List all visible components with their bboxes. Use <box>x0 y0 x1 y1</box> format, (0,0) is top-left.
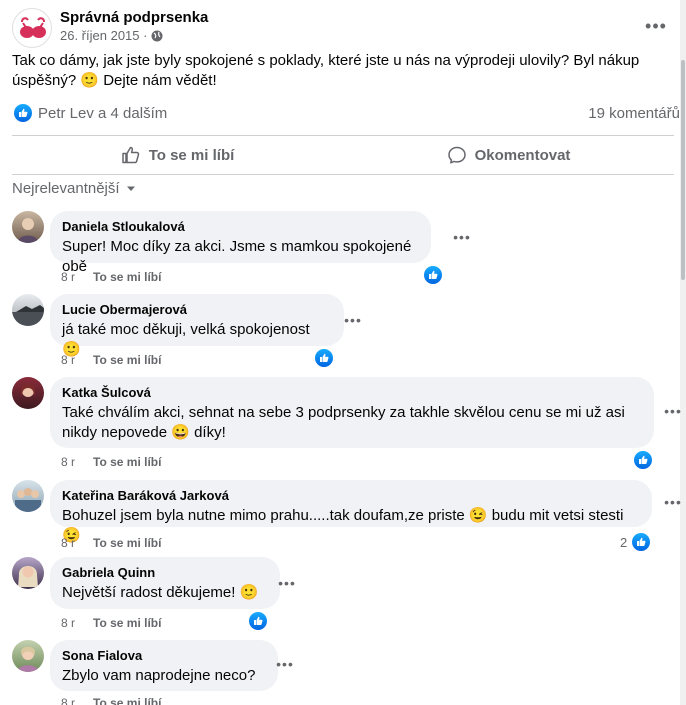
comment-text: Také chválím akci, sehnat na sebe 3 podp… <box>62 404 625 441</box>
like-icon <box>422 264 444 286</box>
comment-bubble: Daniela Stloukalová Super! Moc díky za a… <box>50 211 431 275</box>
comment-meta: 8 r To se mi líbí <box>61 616 161 630</box>
comment-reactions[interactable] <box>247 610 269 632</box>
comment-text: Největší radost děkujeme! 🙂 <box>62 584 259 601</box>
comment-age[interactable]: 8 r <box>61 536 75 550</box>
page-avatar[interactable] <box>12 8 52 48</box>
comment-meta: 8 r To se mi líbí <box>61 353 161 367</box>
comment-more-icon[interactable]: ••• <box>273 571 301 595</box>
post-actions: To se mi líbí Okomentovat <box>12 138 674 172</box>
comment-reactions[interactable] <box>422 264 444 286</box>
comment-more-icon[interactable]: ••• <box>448 225 476 249</box>
comment-like-button[interactable]: To se mi líbí <box>93 455 161 469</box>
like-icon <box>14 104 32 122</box>
post-meta: 26. říjen 2015 · <box>60 28 163 43</box>
comment-age[interactable]: 8 r <box>61 270 75 284</box>
post-more-icon[interactable]: ••• <box>642 12 670 40</box>
comment-age[interactable]: 8 r <box>61 696 75 705</box>
comment-author[interactable]: Kateřina Baráková Jarková <box>62 488 640 504</box>
reactions-summary[interactable]: Petr Lev a 4 dalším <box>14 104 167 122</box>
sort-label: Nejrelevantnější <box>12 180 120 197</box>
comment-bubble: Lucie Obermajerová já také moc děkuji, v… <box>50 294 344 358</box>
reactions-bar: Petr Lev a 4 dalším 19 komentářů <box>14 101 680 125</box>
like-icon <box>247 610 269 632</box>
comment-meta: 8 r To se mi líbí <box>61 696 161 705</box>
avatar[interactable] <box>12 377 44 409</box>
comment-more-icon[interactable]: ••• <box>659 490 686 514</box>
comment-meta: 8 r To se mi líbí <box>61 270 161 284</box>
comment-more-icon[interactable]: ••• <box>339 308 367 332</box>
comment-button-label: Okomentovat <box>474 146 571 164</box>
like-icon <box>632 449 654 471</box>
comment-like-button[interactable]: To se mi líbí <box>93 536 161 550</box>
divider <box>12 135 674 136</box>
comment: Sona Fialova Zbylo vam naprodejne neco? … <box>12 640 686 705</box>
comment-more-icon[interactable]: ••• <box>659 399 686 423</box>
comment-author[interactable]: Katka Šulcová <box>62 385 642 401</box>
comment-icon <box>447 146 466 164</box>
post-date[interactable]: 26. říjen 2015 · <box>60 28 147 43</box>
comment: Daniela Stloukalová Super! Moc díky za a… <box>12 211 686 287</box>
comment-like-button[interactable]: To se mi líbí <box>93 616 161 630</box>
comment-author[interactable]: Gabriela Quinn <box>62 565 268 581</box>
comment-like-button[interactable]: To se mi líbí <box>93 353 161 367</box>
comment: Kateřina Baráková Jarková Bohuzel jsem b… <box>12 480 686 553</box>
comment-bubble: Gabriela Quinn Největší radost děkujeme!… <box>50 557 280 609</box>
divider <box>12 174 674 175</box>
comment-meta: 8 r To se mi líbí <box>61 536 161 550</box>
comment-bubble: Kateřina Baráková Jarková Bohuzel jsem b… <box>50 480 652 544</box>
comment-sort-dropdown[interactable]: Nejrelevantnější <box>12 180 136 197</box>
comment-count[interactable]: 19 komentářů <box>588 105 680 122</box>
page-name[interactable]: Správná podprsenka <box>60 9 208 26</box>
comment-author[interactable]: Lucie Obermajerová <box>62 302 332 318</box>
like-button[interactable]: To se mi líbí <box>12 138 343 172</box>
comment-like-button[interactable]: To se mi líbí <box>93 696 161 705</box>
comment-button[interactable]: Okomentovat <box>343 138 674 172</box>
globe-icon <box>151 30 163 41</box>
comment-reactions[interactable] <box>632 449 654 471</box>
comment-bubble: Katka Šulcová Také chválím akci, sehnat … <box>50 377 654 448</box>
avatar[interactable] <box>12 480 44 512</box>
reactors-text: Petr Lev a 4 dalším <box>38 104 168 122</box>
like-icon <box>121 146 139 164</box>
like-icon <box>313 347 335 369</box>
like-button-label: To se mi líbí <box>148 146 235 164</box>
comment-age[interactable]: 8 r <box>61 455 75 469</box>
comment-bubble: Sona Fialova Zbylo vam naprodejne neco? <box>50 640 278 691</box>
comment-reactions[interactable] <box>313 347 335 369</box>
comment: Lucie Obermajerová já také moc děkuji, v… <box>12 294 686 370</box>
post-header: Správná podprsenka 26. říjen 2015 · ••• <box>12 8 686 48</box>
comment-author[interactable]: Sona Fialova <box>62 648 266 664</box>
comment-more-icon[interactable]: ••• <box>271 652 299 676</box>
comment: Gabriela Quinn Největší radost děkujeme!… <box>12 557 686 633</box>
avatar[interactable] <box>12 557 44 589</box>
comment-age[interactable]: 8 r <box>61 616 75 630</box>
comment-text: Zbylo vam naprodejne neco? <box>62 667 256 684</box>
comment-reactions[interactable]: 2 <box>620 531 653 553</box>
chevron-down-icon <box>126 186 135 191</box>
comment-like-button[interactable]: To se mi líbí <box>93 270 161 284</box>
post-text: Tak co dámy, jak jste byly spokojené s p… <box>12 52 640 89</box>
comment-age[interactable]: 8 r <box>61 353 75 367</box>
avatar[interactable] <box>12 211 44 243</box>
comment-meta: 8 r To se mi líbí <box>61 455 161 469</box>
avatar[interactable] <box>12 294 44 326</box>
like-icon <box>630 531 653 553</box>
comment-author[interactable]: Daniela Stloukalová <box>62 219 419 235</box>
comment: Katka Šulcová Také chválím akci, sehnat … <box>12 377 686 473</box>
reaction-count: 2 <box>620 534 628 550</box>
avatar[interactable] <box>12 640 44 672</box>
